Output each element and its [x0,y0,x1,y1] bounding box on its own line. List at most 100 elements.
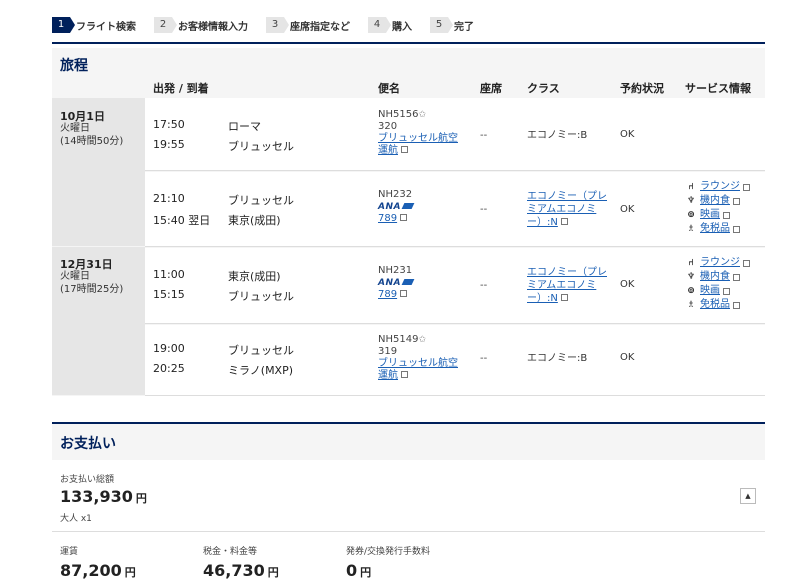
seat-value: -- [480,353,488,364]
arr-time: 19:55 [153,138,185,151]
class-line[interactable]: エコノミー（プレ [527,266,607,279]
dep-city: 東京(成田) [228,270,281,283]
currency: 円 [267,566,279,579]
header-class: クラス [527,82,560,95]
external-link-icon [723,287,730,295]
step-label: 座席指定など [290,21,350,33]
meal-icon: ♆ [686,272,696,282]
status-value: OK [620,352,635,363]
class-line[interactable]: エコノミー（プレ [527,190,607,203]
operator-link[interactable]: 運航 [378,370,398,381]
service-dutyfree-link[interactable]: 免税品 [700,222,730,236]
fee-value: 0 [346,561,358,580]
service-lounge-link[interactable]: ラウンジ [700,180,740,194]
class-line[interactable]: ミアムエコノミ [527,203,607,216]
class-line[interactable]: ー）:N [527,217,558,228]
currency: 円 [124,566,136,579]
service-dutyfree-link[interactable]: 免税品 [700,298,730,312]
step-number: 1 [52,17,75,33]
payment-total-box [52,460,765,532]
aircraft-link[interactable]: 789 [378,213,397,224]
operator-link[interactable]: 運航 [378,145,398,156]
header-dep-arr: 出発 / 到着 [153,82,209,95]
service-lounge-link[interactable]: ラウンジ [700,256,740,270]
seat-value: -- [480,130,488,141]
step-customer-info: 2 お客様情報入力 [154,14,248,36]
operator-link[interactable]: ブリュッセル航空 [378,358,458,369]
external-link-icon [401,146,408,153]
dep-city: ローマ [228,120,261,133]
service-meal-link[interactable]: 機内食 [700,194,730,208]
arr-time: 15:40 翌日 [153,214,211,227]
class-line[interactable]: ミアムエコノミ [527,279,607,292]
dep-city: ブリュッセル [228,344,294,357]
tax-amount: 46,730 円 [203,561,279,580]
fee-label: 発券/交換発行手数料 [346,547,431,557]
service-meal-link[interactable]: 機内食 [700,270,730,284]
external-link-icon [743,183,750,191]
status-value: OK [620,279,635,290]
step-label: お客様情報入力 [178,21,248,33]
collapse-button[interactable]: ▲ [740,488,756,504]
external-link-icon [400,290,408,297]
fare-value: 87,200 [60,561,122,580]
class-link[interactable]: エコノミー（プレ ミアムエコノミ ー）:N [527,266,607,305]
step-purchase: 4 購入 [368,14,412,36]
codeshare-star-icon: ✩ [418,335,426,345]
dep-time: 19:00 [153,342,185,355]
lounge-icon: ⑁ [688,182,694,192]
passenger-count: 大人 x1 [60,514,92,524]
step-flight-search: 1 フライト検索 [52,14,136,36]
step-label: 完了 [454,21,474,33]
step-label: フライト検索 [76,21,136,33]
currency: 円 [135,492,147,505]
step-number: 3 [266,17,289,33]
chevron-up-icon: ▲ [745,492,751,500]
service-list: ⑁ ラウンジ ♆ 機内食 ⊚ 映画 ♗ 免税品 [685,180,750,236]
lounge-icon: ⑁ [688,258,694,268]
operator-link[interactable]: ブリュッセル航空 [378,133,458,144]
payment-header [52,422,765,460]
service-movie-link[interactable]: 映画 [700,208,720,222]
dep-time: 17:50 [153,118,185,131]
duration-outbound: (14時間50分) [60,136,124,147]
external-link-icon [560,218,568,225]
class-link[interactable]: エコノミー（プレ ミアムエコノミ ー）:N [527,190,607,229]
step-label: 購入 [392,21,412,33]
step-complete: 5 完了 [430,14,474,36]
status-value: OK [620,129,635,140]
external-link-icon [733,301,740,309]
flight-info: NH232 ANA 789 [378,189,413,225]
aircraft: 320 [378,121,398,132]
status-value: OK [620,204,635,215]
external-link-icon [401,371,408,378]
dutyfree-icon: ♗ [686,224,696,234]
tax-value: 46,730 [203,561,265,580]
dep-city: ブリュッセル [228,194,294,207]
currency: 円 [360,566,372,579]
header-service: サービス情報 [685,82,751,95]
dep-time: 11:00 [153,268,185,281]
seat-value: -- [480,204,488,215]
aircraft-link[interactable]: 789 [378,289,397,300]
flight-number: NH231 [378,265,413,276]
external-link-icon [723,211,730,219]
class-line[interactable]: ー）:N [527,293,558,304]
weekday-return: 火曜日 [60,271,90,282]
segment-row [145,172,765,247]
external-link-icon [733,273,740,281]
itinerary-header: 出発 / 到着 便名 座席 クラス 予約状況 サービス情報 [0,80,811,98]
header-seat: 座席 [480,82,502,95]
dutyfree-icon: ♗ [686,300,696,310]
external-link-icon [733,197,740,205]
external-link-icon [733,225,740,233]
ana-logo: ANA [378,277,413,289]
progress-steps: 1 フライト検索 2 お客様情報入力 3 座席指定など 4 購入 5 完了 [52,14,765,44]
service-movie-link[interactable]: 映画 [700,284,720,298]
segment-row [145,248,765,324]
header-flight: 便名 [378,82,400,95]
service-list: ⑁ ラウンジ ♆ 機内食 ⊚ 映画 ♗ 免税品 [685,256,750,312]
payment-title: お支払い [60,436,116,452]
total-amount: 133,930 円 [60,487,147,506]
arr-city: ブリュッセル [228,140,294,153]
